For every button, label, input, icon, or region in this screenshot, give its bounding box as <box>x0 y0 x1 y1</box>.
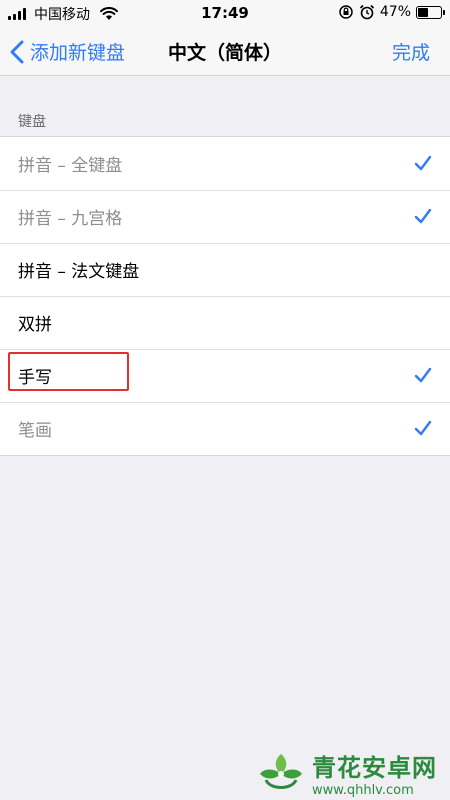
battery-fill <box>418 7 429 17</box>
checkmark-icon <box>414 420 432 436</box>
battery-icon <box>416 5 445 19</box>
battery-percent: 47% <box>379 4 411 20</box>
watermark-url: www.qhhlv.com <box>312 783 414 798</box>
status-right: 47% <box>338 4 445 20</box>
watermark-title: 青花安卓网 <box>312 754 437 782</box>
keyboard-row[interactable]: 拼音 – 九宫格 <box>0 190 450 243</box>
checkmark-icon <box>414 208 432 224</box>
section-header: 键盘 <box>18 114 46 130</box>
keyboard-row[interactable]: 拼音 – 法文键盘 <box>0 243 450 296</box>
done-button[interactable]: 完成 <box>392 38 430 65</box>
watermark-text: 青花安卓网 www.qhhlv.com <box>312 748 437 798</box>
keyboard-row-label: 拼音 – 九宫格 <box>18 209 123 229</box>
keyboard-row-label: 拼音 – 法文键盘 <box>18 262 140 282</box>
keyboard-row[interactable]: 拼音 – 全键盘 <box>0 137 450 190</box>
watermark: 青花安卓网 www.qhhlv.com <box>256 748 437 798</box>
status-bar: 中国移动 17:49 47% <box>0 0 450 26</box>
watermark-logo-icon <box>260 754 302 789</box>
checkmark-icon <box>414 155 432 171</box>
page-title: 中文（简体） <box>167 42 282 64</box>
rotation-lock-icon <box>339 5 353 19</box>
keyboard-row-label: 笔画 <box>18 421 52 441</box>
navigation-bar: 添加新键盘 中文（简体） 完成 <box>0 26 450 76</box>
keyboard-list: 拼音 – 全键盘 拼音 – 九宫格 拼音 – 法文键盘 双拼 手写 笔画 <box>0 136 450 456</box>
highlight-annotation <box>8 352 129 391</box>
keyboard-row[interactable]: 笔画 <box>0 402 450 455</box>
alarm-icon <box>359 4 374 20</box>
keyboard-row-label: 双拼 <box>18 315 52 335</box>
checkmark-icon <box>414 367 432 383</box>
keyboard-row[interactable]: 双拼 <box>0 296 450 349</box>
keyboard-row-label: 拼音 – 全键盘 <box>18 156 123 176</box>
